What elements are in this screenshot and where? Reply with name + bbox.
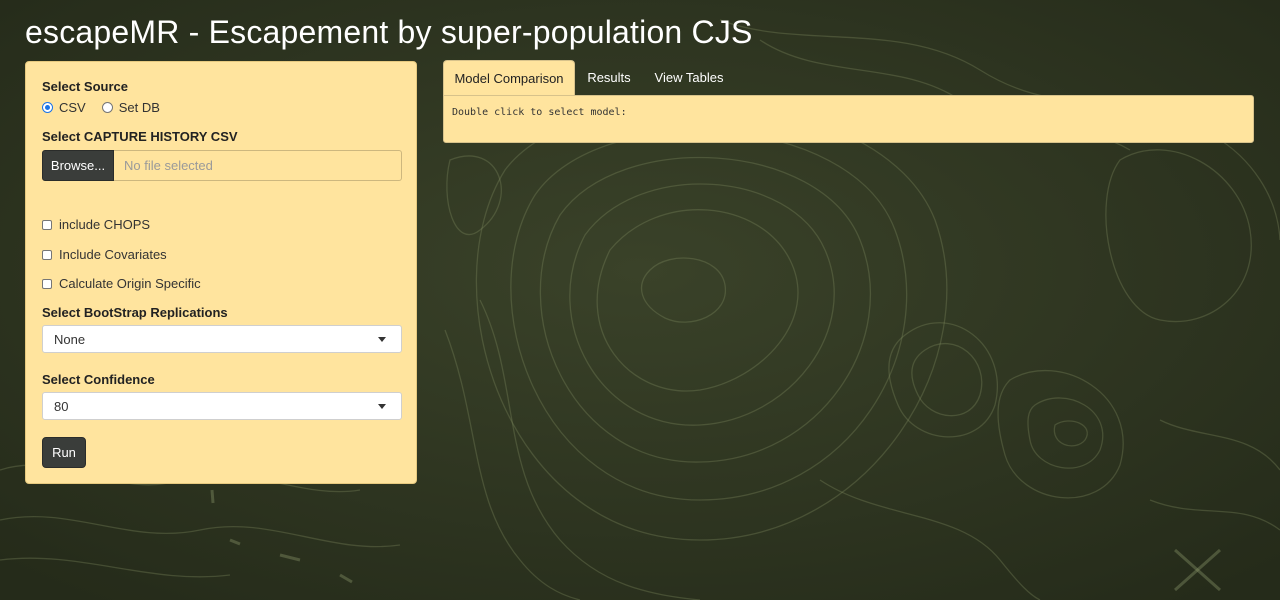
bootstrap-value: None — [54, 331, 86, 347]
file-input[interactable]: Browse... No file selected — [42, 150, 402, 181]
browse-button[interactable]: Browse... — [42, 150, 114, 181]
tab-model-comparison[interactable]: Model Comparison — [443, 60, 575, 96]
tab-view-tables[interactable]: View Tables — [647, 60, 731, 95]
capture-history-label: Select CAPTURE HISTORY CSV — [42, 129, 238, 144]
bootstrap-select[interactable]: None — [42, 325, 402, 353]
model-comparison-panel: Double click to select model: — [443, 95, 1254, 143]
checkbox-label[interactable]: Include Covariates — [59, 247, 167, 262]
checkbox-include-chops[interactable]: include CHOPS — [42, 217, 150, 232]
confidence-value: 80 — [54, 398, 69, 414]
confidence-select[interactable]: 80 — [42, 392, 402, 420]
app-title: escapeMR - Escapement by super-populatio… — [25, 14, 753, 50]
radio-csv-label[interactable]: CSV — [59, 100, 86, 115]
checkbox-origin-specific[interactable]: Calculate Origin Specific — [42, 276, 201, 291]
file-name-field[interactable]: No file selected — [114, 150, 402, 181]
checkbox-label[interactable]: include CHOPS — [59, 217, 150, 232]
source-label: Select Source — [42, 79, 128, 94]
run-button[interactable]: Run — [42, 437, 86, 468]
radio-set-db[interactable] — [101, 102, 113, 113]
bootstrap-label: Select BootStrap Replications — [42, 305, 228, 320]
checkbox-label[interactable]: Calculate Origin Specific — [59, 276, 201, 291]
checkbox-box[interactable] — [42, 249, 52, 260]
tab-results[interactable]: Results — [577, 60, 641, 95]
radio-csv[interactable] — [42, 102, 53, 113]
checkbox-box[interactable] — [42, 278, 52, 289]
checkbox-box[interactable] — [42, 219, 52, 230]
caret-down-icon — [378, 337, 386, 342]
sidebar-panel: Select Source CSV Set DB Select CAPTURE … — [25, 61, 417, 484]
panel-instruction: Double click to select model: — [452, 107, 627, 118]
confidence-label: Select Confidence — [42, 372, 155, 387]
radio-set-db-label[interactable]: Set DB — [119, 100, 160, 115]
source-radio-group: CSV Set DB — [42, 100, 176, 115]
checkbox-include-covariates[interactable]: Include Covariates — [42, 247, 167, 262]
caret-down-icon — [378, 404, 386, 409]
